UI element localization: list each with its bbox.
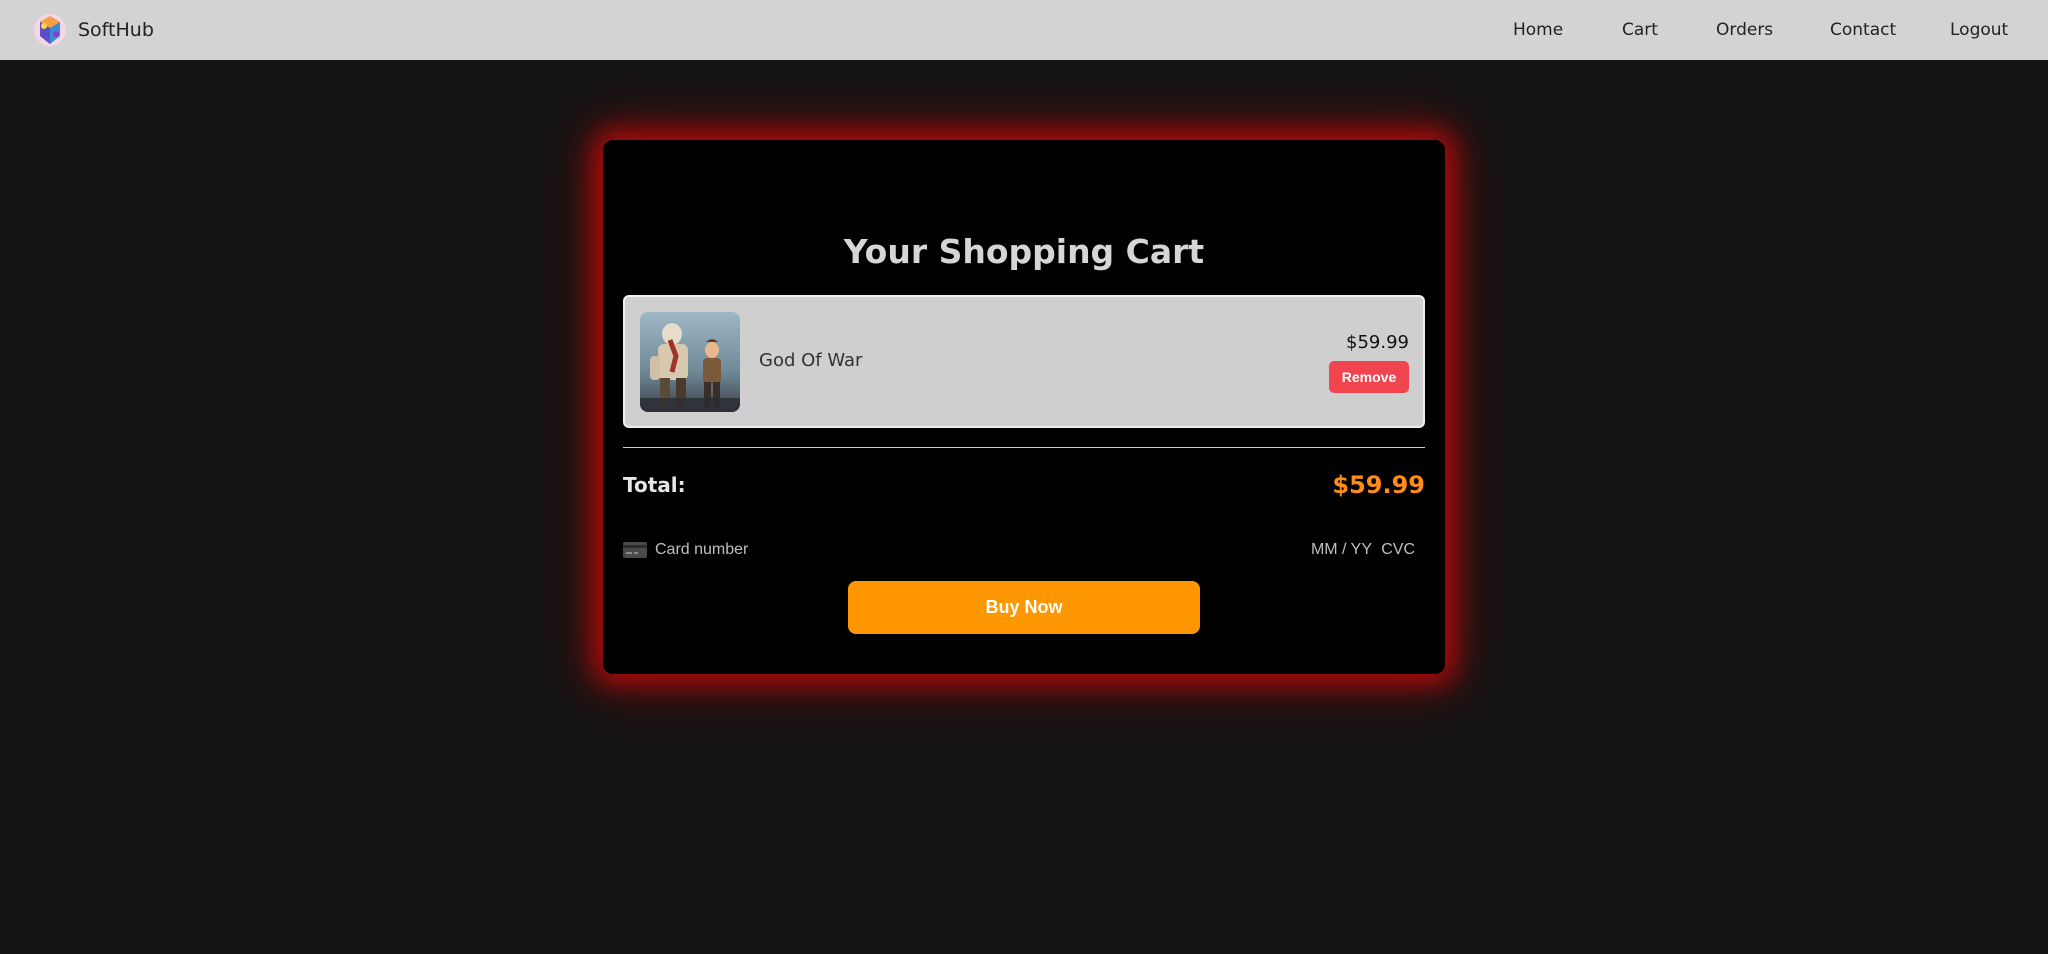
nav-link-cart[interactable]: Cart [1622, 20, 1658, 40]
item-price: $59.99 [1346, 332, 1409, 353]
card-number-input[interactable]: Card number [655, 541, 748, 559]
brand-name: SoftHub [78, 19, 154, 41]
brand-link[interactable]: SoftHub [32, 11, 154, 49]
total-label: Total: [623, 473, 686, 497]
total-value: $59.99 [1332, 471, 1425, 499]
nav-link-logout[interactable]: Logout [1950, 20, 2008, 40]
divider [623, 447, 1425, 448]
expiry-input[interactable]: MM / YY [1311, 541, 1372, 559]
cart-title: Your Shopping Cart [843, 232, 1205, 271]
credit-card-icon [623, 542, 647, 558]
nav-link-orders[interactable]: Orders [1716, 20, 1773, 40]
remove-button[interactable]: Remove [1329, 361, 1409, 393]
cart-card: Your Shopping Cart God Of War $59.99 Rem… [603, 140, 1445, 674]
game-cover-image [640, 312, 740, 412]
nav-link-home[interactable]: Home [1513, 20, 1563, 40]
top-navbar: SoftHub Home Cart Orders Contact Logout [0, 0, 2048, 60]
cart-item: God Of War $59.99 Remove [623, 295, 1425, 428]
item-name: God Of War [759, 350, 863, 371]
softhub-logo-icon [32, 12, 68, 48]
buy-now-button[interactable]: Buy Now [848, 581, 1200, 634]
card-payment-field[interactable]: Card number MM / YY CVC [623, 538, 1425, 562]
cvc-input[interactable]: CVC [1381, 541, 1415, 559]
nav-link-contact[interactable]: Contact [1830, 20, 1896, 40]
